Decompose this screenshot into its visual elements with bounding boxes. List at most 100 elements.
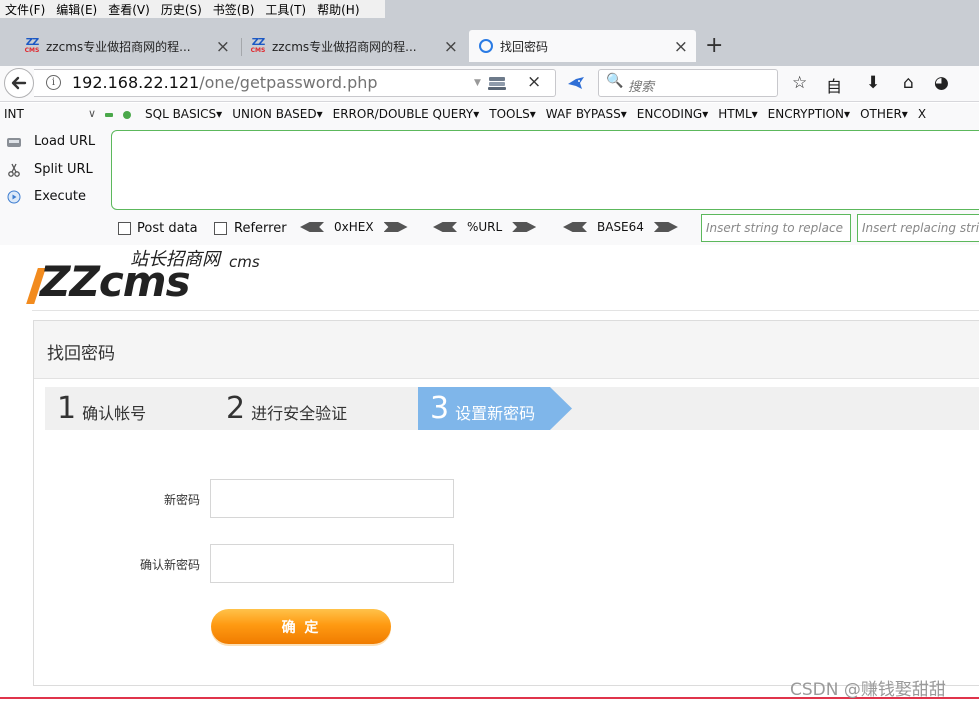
menu-bar-filler — [385, 0, 979, 18]
confirm-password-input[interactable] — [210, 544, 454, 583]
close-icon[interactable]: × — [444, 37, 458, 57]
search-icon: 🔍 — [606, 73, 624, 89]
arrow-left-icon[interactable] — [563, 222, 587, 232]
new-tab-button[interactable]: + — [705, 33, 723, 58]
watermark: CSDN @赚钱娶甜甜 — [790, 680, 946, 700]
step-label: 设置新密码 — [455, 403, 536, 423]
base64-label: BASE64 — [597, 220, 644, 234]
step-label: 确认帐号 — [82, 403, 147, 423]
menu-bar: 文件(F) 编辑(E) 查看(V) 历史(S) 书签(B) 工具(T) 帮助(H… — [0, 0, 385, 18]
clear-url-icon[interactable]: × — [527, 72, 541, 92]
info-icon[interactable]: i — [46, 75, 61, 90]
step-3: 3 设置新密码 — [430, 387, 535, 430]
post-data-label: Post data — [137, 221, 198, 236]
zzcms-favicon-icon: ZZ CMS — [24, 37, 40, 55]
tab-zzcms-1[interactable]: ZZ CMS zzcms专业做招商网的程... × — [18, 30, 238, 62]
tab-separator — [241, 38, 242, 56]
search-bar[interactable] — [598, 69, 778, 97]
split-url-button[interactable]: Split URL — [6, 162, 93, 177]
url-dropdown-icon[interactable]: ▼ — [474, 78, 481, 88]
back-button[interactable] — [4, 68, 34, 98]
hackbar-menu: SQL BASICS▾ UNION BASED▾ ERROR/DOUBLE QU… — [145, 107, 936, 121]
play-icon — [7, 190, 21, 203]
injection-type-select[interactable]: INT ∨ — [4, 107, 100, 125]
menu-bookmarks[interactable]: 书签(B) — [208, 1, 261, 18]
load-url-label: Load URL — [34, 134, 96, 149]
post-data-checkbox[interactable] — [118, 222, 131, 235]
scissors-icon — [8, 163, 20, 177]
arrow-left-icon[interactable] — [433, 222, 457, 232]
tab-title: zzcms专业做招商网的程... — [46, 39, 191, 54]
url-text[interactable]: 192.168.22.121/one/getpassword.php — [72, 73, 378, 92]
plus-icon[interactable] — [123, 111, 131, 119]
menu-x[interactable]: X — [918, 107, 926, 121]
minus-icon[interactable] — [105, 113, 113, 117]
page-title: 找回密码 — [47, 344, 115, 364]
reader-icon[interactable]: 自 — [826, 73, 842, 97]
tab-getpassword[interactable]: 找回密码 × — [469, 30, 696, 62]
arrow-right-icon[interactable] — [512, 222, 537, 232]
hex-encoder[interactable]: 0xHEX — [300, 220, 408, 234]
menu-tools[interactable]: TOOLS▾ — [489, 107, 536, 121]
menu-view[interactable]: 查看(V) — [103, 1, 156, 18]
new-password-input[interactable] — [210, 479, 454, 518]
menu-html[interactable]: HTML▾ — [718, 107, 757, 121]
arrow-right-icon[interactable] — [653, 222, 678, 232]
tab-title: 找回密码 — [500, 39, 549, 54]
arrow-right-icon[interactable] — [383, 222, 408, 232]
execute-label: Execute — [34, 189, 86, 204]
url-encode-label: %URL — [467, 220, 503, 234]
bookmark-star-icon[interactable]: ☆ — [792, 73, 807, 93]
hackbar-url-textarea[interactable] — [111, 130, 979, 210]
tab-zzcms-2[interactable]: ZZ CMS zzcms专业做招商网的程... × — [244, 30, 466, 62]
confirm-password-label: 确认新密码 — [139, 558, 200, 572]
step-number: 2 — [226, 390, 246, 426]
split-url-label: Split URL — [34, 162, 93, 177]
close-icon[interactable]: × — [674, 37, 688, 57]
menu-encryption[interactable]: ENCRYPTION▾ — [768, 107, 850, 121]
menu-other[interactable]: OTHER▾ — [860, 107, 908, 121]
back-arrow-icon — [11, 76, 27, 90]
menu-tools[interactable]: 工具(T) — [260, 1, 312, 18]
step-1: 1 确认帐号 — [57, 387, 146, 430]
base64-encoder[interactable]: BASE64 — [563, 220, 678, 234]
referrer-checkbox[interactable] — [214, 222, 227, 235]
url-encoder[interactable]: %URL — [433, 220, 537, 234]
download-icon[interactable]: ⬇ — [866, 73, 880, 93]
header-divider — [32, 310, 979, 311]
replace-string-input[interactable]: Insert string to replace — [701, 214, 851, 242]
execute-button[interactable]: Execute — [6, 189, 86, 204]
menu-edit[interactable]: 编辑(E) — [51, 1, 103, 18]
menu-sql-basics[interactable]: SQL BASICS▾ — [145, 107, 222, 121]
step-2: 2 进行安全验证 — [226, 387, 347, 430]
menu-waf-bypass[interactable]: WAF BYPASS▾ — [546, 107, 627, 121]
url-path: /one/getpassword.php — [199, 73, 378, 92]
url-host: 192.168.22.121 — [72, 73, 200, 92]
menu-history[interactable]: 历史(S) — [156, 1, 208, 18]
step-label: 进行安全验证 — [251, 403, 348, 423]
hex-label: 0xHEX — [334, 220, 374, 234]
menu-file[interactable]: 文件(F) — [0, 1, 51, 18]
panel-header — [34, 321, 979, 379]
submit-button[interactable]: 确 定 — [211, 609, 391, 644]
bird-extension-icon[interactable] — [567, 75, 585, 91]
menu-help[interactable]: 帮助(H) — [312, 1, 365, 18]
select-value: INT — [4, 107, 24, 121]
extension-globe-icon[interactable]: ◕ — [934, 73, 949, 93]
close-icon[interactable]: × — [216, 37, 230, 57]
replacing-string-input[interactable]: Insert replacing string — [857, 214, 979, 242]
home-icon[interactable]: ⌂ — [903, 73, 914, 93]
loading-spinner-icon — [479, 39, 493, 53]
menu-error-double-query[interactable]: ERROR/DOUBLE QUERY▾ — [333, 107, 480, 121]
chevron-down-icon: ∨ — [87, 107, 96, 120]
zzcms-favicon-icon: ZZ CMS — [250, 37, 266, 55]
step-number: 3 — [430, 390, 450, 426]
menu-encoding[interactable]: ENCODING▾ — [637, 107, 708, 121]
arrow-left-icon[interactable] — [300, 222, 324, 232]
hackbar-toggle-icon[interactable] — [487, 74, 507, 92]
step-number: 1 — [57, 390, 77, 426]
load-url-button[interactable]: Load URL — [6, 134, 95, 149]
menu-union-based[interactable]: UNION BASED▾ — [232, 107, 322, 121]
logo-cms-suffix: cms — [229, 253, 260, 271]
referrer-label: Referrer — [234, 221, 287, 236]
